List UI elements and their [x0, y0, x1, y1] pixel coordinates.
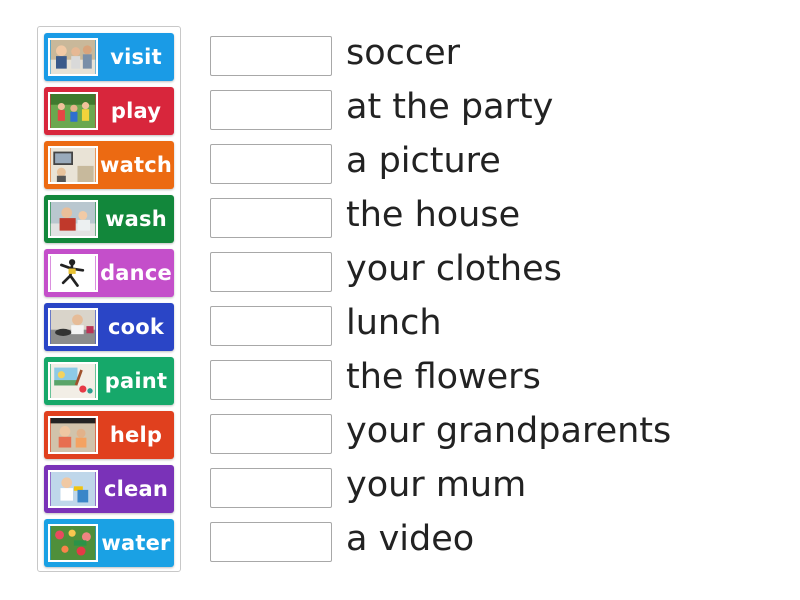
kids-playing-photo-icon	[48, 92, 98, 130]
cleaning-photo-icon	[48, 470, 98, 508]
tile-play[interactable]: play	[44, 87, 174, 135]
tile-label: help	[109, 423, 163, 447]
phrase-5: your clothes	[346, 249, 562, 289]
tile-label: cook	[107, 315, 165, 339]
tile-wash[interactable]: wash	[44, 195, 174, 243]
answer-drop-box-1[interactable]	[210, 36, 332, 76]
answer-drop-box-8[interactable]	[210, 414, 332, 454]
tile-label: clean	[103, 477, 168, 501]
phrase-8: your grandparents	[346, 411, 672, 451]
family-visit-photo-icon	[48, 38, 98, 76]
tile-water[interactable]: water	[44, 519, 174, 567]
phrase-9: your mum	[346, 465, 527, 505]
dancer-photo-icon	[48, 254, 98, 292]
tile-visit[interactable]: visit	[44, 33, 174, 81]
phrase-2: at the party	[346, 87, 554, 127]
phrase-10: a video	[346, 519, 475, 559]
tile-label: watch	[100, 153, 173, 177]
answer-drop-box-2[interactable]	[210, 90, 332, 130]
tile-paint[interactable]: paint	[44, 357, 174, 405]
tile-label: water	[101, 531, 171, 555]
phrase-3: a picture	[346, 141, 501, 181]
tile-label: dance	[100, 261, 172, 285]
phrase-1: soccer	[346, 33, 461, 73]
phrase-7: the flowers	[346, 357, 541, 397]
helping-photo-icon	[48, 416, 98, 454]
tile-label: paint	[104, 369, 168, 393]
answer-drop-box-3[interactable]	[210, 144, 332, 184]
answer-drop-box-9[interactable]	[210, 468, 332, 508]
phrase-4: the house	[346, 195, 521, 235]
painting-photo-icon	[48, 362, 98, 400]
tile-help[interactable]: help	[44, 411, 174, 459]
tile-watch[interactable]: watch	[44, 141, 174, 189]
phrase-6: lunch	[346, 303, 442, 343]
answer-drop-box-5[interactable]	[210, 252, 332, 292]
word-bank-panel: visit play watch wash dance cook paint h…	[37, 26, 181, 572]
tile-label: visit	[110, 45, 162, 69]
answer-drop-box-7[interactable]	[210, 360, 332, 400]
watching-tv-photo-icon	[48, 146, 98, 184]
tile-label: wash	[105, 207, 167, 231]
cooking-photo-icon	[48, 308, 98, 346]
answer-drop-box-4[interactable]	[210, 198, 332, 238]
answer-drop-box-10[interactable]	[210, 522, 332, 562]
washing-photo-icon	[48, 200, 98, 238]
tile-dance[interactable]: dance	[44, 249, 174, 297]
tile-clean[interactable]: clean	[44, 465, 174, 513]
answer-drop-box-6[interactable]	[210, 306, 332, 346]
watering-plants-photo-icon	[48, 524, 98, 562]
tile-label: play	[110, 99, 162, 123]
tile-cook[interactable]: cook	[44, 303, 174, 351]
